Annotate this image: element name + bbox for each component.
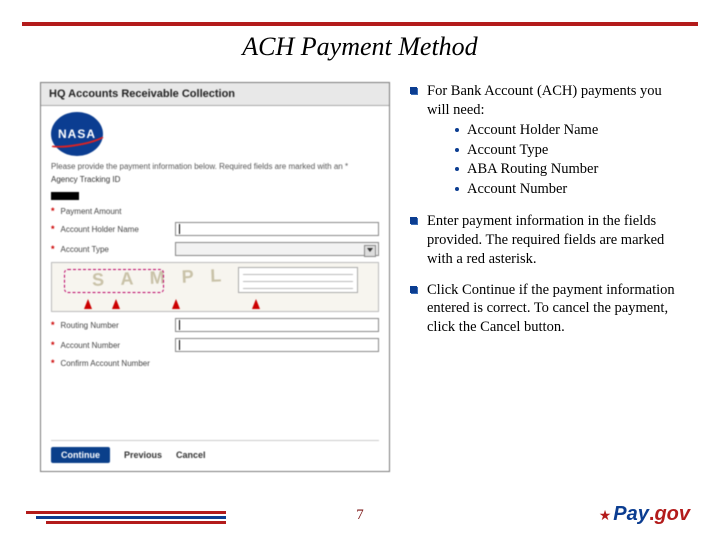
button-row: Continue Previous Cancel (51, 440, 379, 463)
field-account-number: * Account Number (51, 338, 379, 352)
required-asterisk-icon: * (51, 320, 55, 330)
field-label: Routing Number (61, 321, 169, 330)
square-bullet-icon (410, 217, 417, 224)
field-label: Account Type (61, 245, 169, 254)
field-account-holder: * Account Holder Name (51, 222, 379, 236)
logo-row (51, 112, 379, 156)
footer: 7 ★ Pay.gov (0, 498, 720, 524)
dot-bullet-icon (455, 187, 459, 191)
field-label: Account Number (61, 341, 169, 350)
dot-bullet-icon (455, 148, 459, 152)
sub-item: Account Number (467, 180, 567, 199)
required-asterisk-icon: * (51, 224, 55, 234)
sub-item: Account Type (467, 141, 548, 160)
form-instruction: Please provide the payment information b… (51, 162, 379, 171)
required-asterisk-icon: * (51, 244, 55, 254)
paygov-logo: ★ Pay.gov (599, 503, 690, 526)
required-asterisk-icon: * (51, 340, 55, 350)
bullet-2: Enter payment information in the fields … (410, 212, 680, 269)
page-number: 7 (356, 507, 364, 524)
dot-bullet-icon (455, 128, 459, 132)
star-icon: ★ (599, 507, 612, 524)
slide: ACH Payment Method HQ Accounts Receivabl… (0, 0, 720, 540)
required-asterisk-icon: * (51, 206, 55, 216)
required-asterisk-icon: * (51, 358, 55, 368)
sub-bullet-list: Account Holder Name Account Type ABA Rou… (427, 121, 680, 199)
field-label: Payment Amount (61, 207, 169, 216)
arrow-up-icon (172, 299, 180, 309)
bullet-intro: For Bank Account (ACH) payments you will… (427, 82, 680, 120)
nasa-logo-icon (51, 112, 103, 156)
select-input[interactable] (175, 242, 379, 256)
arrow-up-icon (252, 299, 260, 309)
content-area: HQ Accounts Receivable Collection Please… (40, 82, 680, 472)
explanation-column: For Bank Account (ACH) payments you will… (410, 82, 680, 472)
logo-pay: Pay (613, 503, 649, 526)
bullet-1: For Bank Account (ACH) payments you will… (410, 82, 680, 200)
form-screenshot: HQ Accounts Receivable Collection Please… (40, 82, 390, 472)
field-payment-amount: * Payment Amount (51, 206, 379, 216)
chevron-down-icon (367, 248, 373, 252)
field-label: Account Holder Name (61, 225, 169, 234)
arrow-up-icon (84, 299, 92, 309)
dot-bullet-icon (455, 167, 459, 171)
sub-item: Account Holder Name (467, 121, 598, 140)
bullet-3: Click Continue if the payment informatio… (410, 281, 680, 338)
previous-button[interactable]: Previous (124, 450, 162, 460)
field-confirm-account: * Confirm Account Number (51, 358, 379, 368)
header-divider (22, 22, 698, 26)
continue-button[interactable]: Continue (51, 447, 110, 463)
logo-gov: gov (654, 503, 690, 526)
arrow-up-icon (112, 299, 120, 309)
slide-title: ACH Payment Method (0, 32, 720, 62)
panel-title: HQ Accounts Receivable Collection (41, 83, 389, 106)
square-bullet-icon (410, 286, 417, 293)
text-input[interactable] (175, 338, 379, 352)
bullet-text: Enter payment information in the fields … (427, 212, 680, 269)
bullet-text: Click Continue if the payment informatio… (427, 281, 680, 338)
cancel-button[interactable]: Cancel (176, 450, 206, 460)
redacted-strip (51, 192, 79, 200)
sub-item: ABA Routing Number (467, 160, 598, 179)
sample-check-image: S A M P L E (51, 262, 379, 312)
tracking-id-label: Agency Tracking ID (51, 175, 379, 184)
text-input[interactable] (175, 318, 379, 332)
square-bullet-icon (410, 87, 417, 94)
field-label: Confirm Account Number (61, 359, 169, 368)
text-input[interactable] (175, 222, 379, 236)
field-account-type: * Account Type (51, 242, 379, 256)
field-routing: * Routing Number (51, 318, 379, 332)
panel-body: Please provide the payment information b… (41, 106, 389, 380)
footer-stripes-icon (26, 510, 246, 524)
